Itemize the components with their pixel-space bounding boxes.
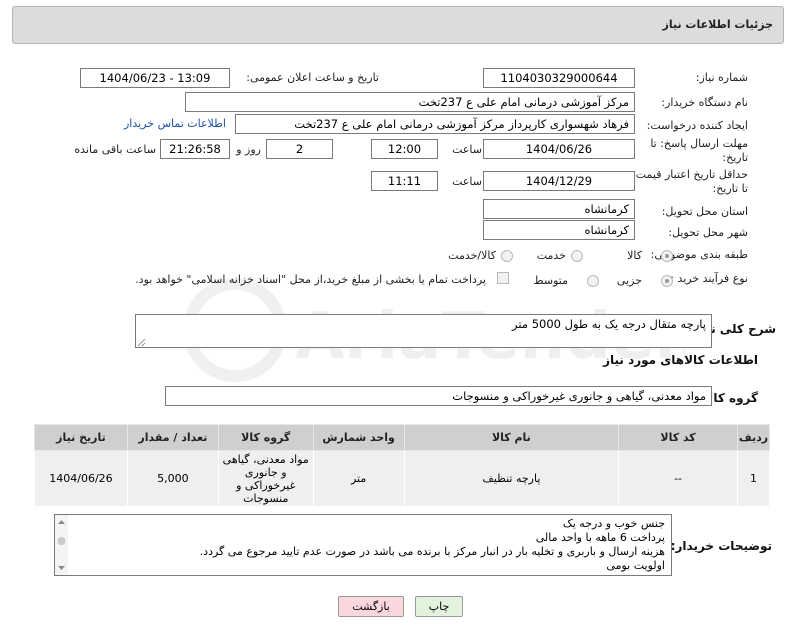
buyer-notes-field: جنس خوب و درجه یک پرداخت 6 ماهه با واحد … (54, 514, 672, 576)
page-title: جزئیات اطلاعات نیاز (662, 18, 774, 31)
buyer-contact-link[interactable]: اطلاعات تماس خریدار (124, 117, 226, 130)
description-field: پارچه متقال درجه یک به طول 5000 متر (135, 314, 712, 348)
treasury-payment-note: پرداخت تمام یا بخشی از مبلغ خرید،از محل … (135, 273, 486, 286)
price-validity-time-label: ساعت (452, 175, 482, 188)
category-radio-goods[interactable] (661, 250, 673, 262)
buyer-org-label: نام دستگاه خریدار: (661, 96, 748, 109)
reply-deadline-time-field: 12:00 (371, 139, 438, 159)
scroll-thumb (57, 537, 66, 545)
remaining-time-field: 21:26:58 (160, 139, 230, 159)
goods-section-title: اطلاعات کالاهای مورد نیاز (603, 353, 758, 367)
cell-unit: متر (312, 450, 405, 507)
table-row: 1404/06/26 5,000 مواد معدنی، گیاهی و جان… (34, 450, 771, 507)
purchase-radio-minor[interactable] (661, 275, 673, 287)
notes-scrollbar[interactable] (55, 515, 68, 575)
cell-goods-code: -- (618, 450, 738, 507)
purchase-radio-medium[interactable] (587, 275, 599, 287)
remaining-time-label: ساعت باقی مانده (74, 143, 156, 156)
resize-grip-icon[interactable] (136, 337, 146, 347)
requester-field: فرهاد شهسواری کارپرداز مرکز آموزشی درمان… (235, 114, 635, 134)
price-validity-label: حداقل تاریخ اعتبار قیمت: (632, 168, 748, 181)
col-header-goods-group: گروه کالا (217, 424, 314, 451)
goods-group-field: مواد معدنی، گیاهی و جانوری غیرخوراکی و م… (165, 386, 712, 406)
remaining-days-field: 2 (266, 139, 333, 159)
purchase-option-minor: جزیی (616, 274, 642, 287)
back-button[interactable]: بازگشت (338, 596, 404, 617)
purchase-type-label: نوع فرآیند خرید : (670, 272, 748, 285)
announce-datetime-field: 1404/06/23 - 13:09 (80, 68, 230, 88)
reply-deadline-date-field: 1404/06/26 (483, 139, 635, 159)
category-radio-service[interactable] (571, 250, 583, 262)
reply-deadline-label: مهلت ارسال پاسخ: تا (650, 137, 748, 150)
delivery-province-label: استان محل تحویل: (661, 205, 748, 218)
buyer-note-line: هزینه ارسال و باربری و تخلیه بار در انبا… (199, 545, 665, 558)
buyer-notes-label: توضیحات خریدار: (670, 539, 772, 553)
buyer-org-field: مرکز آموزشی درمانی امام علی ع 237تخت (185, 92, 635, 112)
category-option-service: خدمت (536, 249, 566, 262)
col-header-row: ردیف (736, 424, 771, 451)
cell-quantity: 5,000 (126, 450, 219, 507)
col-header-goods-name: نام کالا (403, 424, 620, 451)
price-validity-label-date: تا تاریخ: (712, 182, 748, 195)
delivery-city-field: کرمانشاه (483, 220, 635, 240)
requester-label: ایجاد کننده درخواست: (646, 119, 748, 132)
items-table: تاریخ نیاز تعداد / مقدار گروه کالا واحد … (34, 424, 771, 507)
cell-goods-name: پارچه تنظیف (403, 450, 620, 507)
need-number-field: 1104030329000644 (483, 68, 635, 88)
details-header-panel: جزئیات اطلاعات نیاز (12, 6, 784, 44)
col-header-quantity: تعداد / مقدار (126, 424, 219, 451)
purchase-option-medium: متوسط (533, 274, 568, 287)
category-option-goods: کالا (627, 249, 642, 262)
need-number-label: شماره نیاز: (695, 71, 748, 84)
items-table-header: تاریخ نیاز تعداد / مقدار گروه کالا واحد … (34, 424, 771, 451)
col-header-goods-code: کد کالا (618, 424, 738, 451)
cell-goods-group: مواد معدنی، گیاهی و جانوری غیرخوراکی و م… (217, 450, 314, 507)
cell-need-date: 1404/06/26 (34, 450, 128, 507)
buyer-note-line: جنس خوب و درجه یک (562, 517, 665, 530)
col-header-need-date: تاریخ نیاز (34, 424, 128, 451)
delivery-province-field: کرمانشاه (483, 199, 635, 219)
price-validity-date-field: 1404/12/29 (483, 171, 635, 191)
reply-deadline-label-date: تاریخ: (722, 151, 748, 164)
price-validity-time-field: 11:11 (371, 171, 438, 191)
remaining-days-label: روز و (236, 143, 261, 156)
cell-row-number: 1 (736, 450, 771, 507)
col-header-unit: واحد شمارش (312, 424, 405, 451)
print-button[interactable]: چاپ (415, 596, 463, 617)
buyer-note-line: اولویت بومی (606, 559, 665, 572)
category-option-goods-service: کالا/خدمت (448, 249, 496, 262)
delivery-city-label: شهر محل تحویل: (668, 226, 748, 239)
reply-deadline-time-label: ساعت (452, 143, 482, 156)
category-radio-goods-service[interactable] (501, 250, 513, 262)
buyer-note-line: پرداخت 6 ماهه با واحد مالی (535, 531, 665, 544)
treasury-payment-checkbox[interactable] (497, 272, 509, 284)
announce-datetime-label: تاریخ و ساعت اعلان عمومی: (246, 71, 379, 84)
